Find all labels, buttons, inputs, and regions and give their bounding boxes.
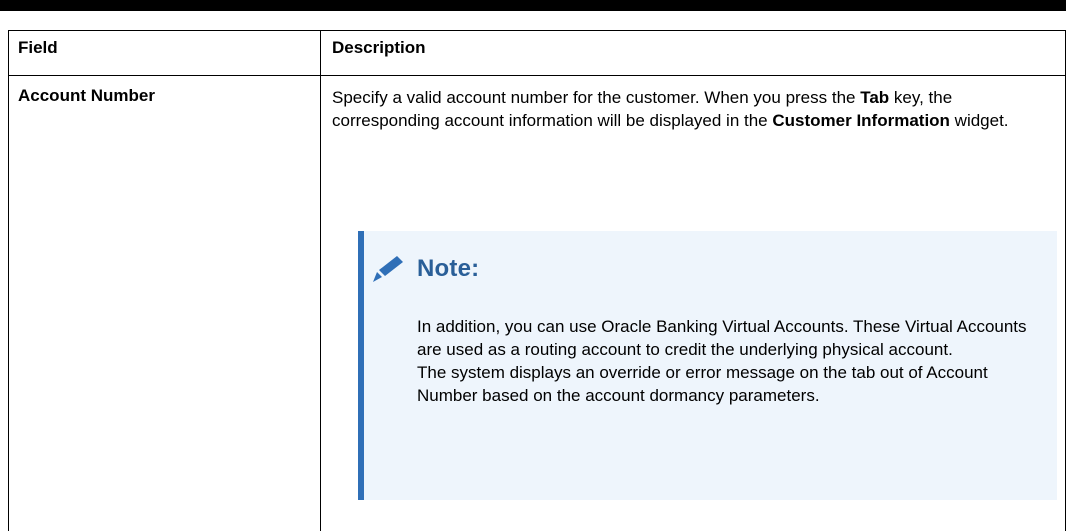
- note-paragraph-1: In addition, you can use Oracle Banking …: [417, 317, 1027, 359]
- note-heading: Note:: [370, 251, 479, 287]
- desc-bold-customer-information: Customer Information: [772, 111, 950, 130]
- account-number-description: Specify a valid account number for the c…: [332, 86, 1057, 132]
- table-top-border: [8, 30, 1066, 31]
- header-bottom-border: [8, 75, 1066, 76]
- note-body: In addition, you can use Oracle Banking …: [417, 315, 1042, 407]
- column-divider: [320, 30, 321, 531]
- desc-bold-tab: Tab: [860, 88, 890, 107]
- field-account-number: Account Number: [18, 86, 155, 105]
- header-description: Description: [332, 38, 426, 57]
- top-rule: [0, 0, 1066, 11]
- header-field: Field: [18, 38, 58, 57]
- note-paragraph-2: The system displays an override or error…: [417, 363, 988, 405]
- desc-text-1: Specify a valid account number for the c…: [332, 88, 861, 107]
- note-title: Note:: [417, 255, 480, 282]
- pencil-icon: [373, 256, 403, 282]
- desc-text-3: widget.: [949, 111, 1009, 130]
